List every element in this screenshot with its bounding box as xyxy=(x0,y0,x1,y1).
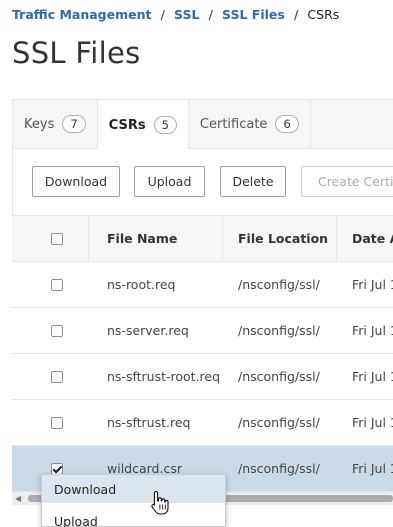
date-cell: Fri Jul 1 xyxy=(352,461,393,476)
file-location-header[interactable]: File Location xyxy=(238,216,338,261)
tab-bar: Keys 7 CSRs 5 Certificate 6 xyxy=(12,99,393,150)
file-location-cell: /nsconfig/ssl/ xyxy=(238,461,320,476)
file-location-cell: /nsconfig/ssl/ xyxy=(238,415,320,430)
breadcrumb-separator: / xyxy=(293,7,299,22)
column-divider xyxy=(88,216,89,262)
select-all-checkbox-icon[interactable] xyxy=(51,232,63,245)
select-all-checkbox-cell[interactable] xyxy=(51,216,65,261)
create-certificate-button[interactable]: Create Certificate xyxy=(301,166,393,197)
page-title: SSL Files xyxy=(12,36,141,70)
file-name-cell: ns-root.req xyxy=(107,277,176,292)
date-cell: Fri Jul 1 xyxy=(352,369,393,384)
hand-pointer-icon xyxy=(151,490,169,515)
download-button[interactable]: Download xyxy=(32,166,120,197)
file-location-cell: /nsconfig/ssl/ xyxy=(238,369,320,384)
tab-keys-count-badge: 7 xyxy=(62,115,86,133)
file-name-cell: ns-sftrust.req xyxy=(107,415,191,430)
column-divider xyxy=(336,216,337,262)
upload-button[interactable]: Upload xyxy=(134,166,205,197)
row-checkbox-cell[interactable] xyxy=(51,262,65,307)
date-added-header[interactable]: Date Ad xyxy=(352,216,393,261)
action-toolbar: Download Upload Delete Create Certificat… xyxy=(12,149,393,215)
row-checkbox-cell[interactable] xyxy=(51,354,65,399)
delete-button[interactable]: Delete xyxy=(220,166,286,197)
breadcrumb-ssl-files-link[interactable]: SSL Files xyxy=(222,7,285,22)
tab-csrs[interactable]: CSRs 5 xyxy=(97,100,189,150)
file-name-header[interactable]: File Name xyxy=(107,216,219,261)
table-header-row: File Name File Location Date Ad xyxy=(12,215,393,262)
tab-certificate[interactable]: Certificate 6 xyxy=(189,100,311,148)
breadcrumb-separator: / xyxy=(160,7,166,22)
breadcrumb-ssl-link[interactable]: SSL xyxy=(174,7,199,22)
tab-certificate-count-badge: 6 xyxy=(275,115,299,133)
table-row[interactable]: ns-sftrust-root.req /nsconfig/ssl/ Fri J… xyxy=(12,353,393,399)
table-row[interactable]: ns-sftrust.req /nsconfig/ssl/ Fri Jul 1 xyxy=(12,399,393,445)
date-cell: Fri Jul 1 xyxy=(352,277,393,292)
file-name-cell: ns-server.req xyxy=(107,323,189,338)
file-location-cell: /nsconfig/ssl/ xyxy=(238,323,320,338)
tab-csrs-label: CSRs xyxy=(108,117,146,133)
checkbox-checked-icon[interactable] xyxy=(51,462,63,475)
file-location-cell: /nsconfig/ssl/ xyxy=(238,277,320,292)
row-checkbox-cell[interactable] xyxy=(51,308,65,353)
menu-item-download[interactable]: Download xyxy=(42,475,225,503)
tab-certificate-label: Certificate xyxy=(199,116,268,132)
breadcrumb-traffic-management-link[interactable]: Traffic Management xyxy=(12,7,151,22)
breadcrumb: Traffic Management / SSL / SSL Files / C… xyxy=(12,7,339,22)
checkbox-icon[interactable] xyxy=(51,370,63,383)
checkbox-icon[interactable] xyxy=(51,324,63,337)
tab-keys[interactable]: Keys 7 xyxy=(13,100,98,148)
checkbox-icon[interactable] xyxy=(51,416,63,429)
checkbox-icon[interactable] xyxy=(51,278,63,291)
table-row[interactable]: ns-server.req /nsconfig/ssl/ Fri Jul 1 xyxy=(12,307,393,353)
row-checkbox-cell[interactable] xyxy=(51,400,65,445)
file-name-cell: ns-sftrust-root.req xyxy=(107,369,219,384)
column-divider xyxy=(222,216,223,262)
tab-keys-label: Keys xyxy=(24,116,55,132)
table-row[interactable]: ns-root.req /nsconfig/ssl/ Fri Jul 1 xyxy=(12,261,393,307)
row-context-menu: Download Upload xyxy=(41,474,226,527)
caret-left-icon[interactable]: ◀ xyxy=(15,494,21,503)
date-cell: Fri Jul 1 xyxy=(352,415,393,430)
tab-csrs-count-badge: 5 xyxy=(153,116,177,134)
menu-item-upload[interactable]: Upload xyxy=(42,507,225,527)
breadcrumb-current: CSRs xyxy=(307,7,340,22)
date-cell: Fri Jul 1 xyxy=(352,323,393,338)
breadcrumb-separator: / xyxy=(208,7,214,22)
